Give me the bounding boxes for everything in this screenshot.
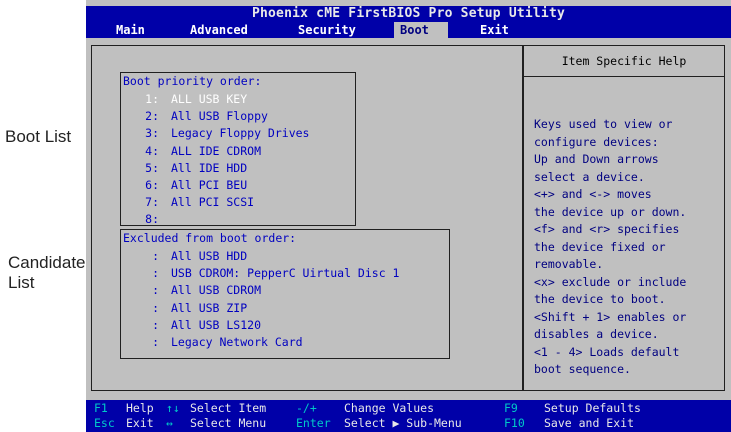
select-item-label: Select Item xyxy=(190,401,267,415)
excluded-item[interactable]: : Legacy Network Card xyxy=(121,334,303,351)
boot-priority-box: Boot priority order: 1: ALL USB KEY 2: All… xyxy=(120,72,356,226)
f9-key[interactable]: F9 xyxy=(504,401,518,416)
excluded-item[interactable]: : All USB LS120 xyxy=(121,317,261,334)
menu-exit[interactable]: Exit xyxy=(474,22,515,38)
boot-item[interactable]: 2: All USB Floppy xyxy=(121,108,268,125)
boot-item[interactable]: 4: ALL IDE CDROM xyxy=(121,143,261,160)
f10-key[interactable]: F10 xyxy=(504,416,525,431)
exit-label: Exit xyxy=(126,416,154,430)
help-label: Help xyxy=(126,401,154,415)
plus-minus-key: -/+ xyxy=(296,401,317,415)
select-submenu-label: Select ▶ Sub-Menu xyxy=(344,416,462,430)
boot-item[interactable]: 8: xyxy=(121,211,171,228)
excluded-title: Excluded from boot order: xyxy=(123,231,297,245)
menu-security[interactable]: Security xyxy=(292,22,362,38)
enter-key[interactable]: Enter xyxy=(296,416,331,431)
menu-main[interactable]: Main xyxy=(110,22,151,38)
setup-defaults-label: Setup Defaults xyxy=(544,401,641,415)
menu-boot[interactable]: Boot xyxy=(394,22,448,38)
boot-item[interactable]: 5: All IDE HDD xyxy=(121,160,247,177)
boot-item[interactable]: 6: All PCI BEU xyxy=(121,177,247,194)
menu-advanced[interactable]: Advanced xyxy=(184,22,254,38)
bios-title: Phoenix cME FirstBIOS Pro Setup Utility xyxy=(86,6,731,22)
boot-settings-panel: Boot priority order: 1: ALL USB KEY 2: All… xyxy=(91,45,523,391)
up-down-arrows-icon: ↑↓ xyxy=(166,401,180,415)
f1-key[interactable]: F1 xyxy=(94,401,108,416)
excluded-item[interactable]: : USB CDROM: PepperC Uirtual Disc 1 xyxy=(121,265,399,282)
candidate-list-callout-line1: Candidate xyxy=(8,253,86,272)
boot-list-callout: Boot List xyxy=(5,127,72,146)
excluded-item[interactable]: : All USB ZIP xyxy=(121,300,247,317)
excluded-item[interactable]: : All USB CDROM xyxy=(121,282,261,299)
left-right-arrows-icon: ↔ xyxy=(166,416,173,430)
bios-screen: Phoenix cME FirstBIOS Pro Setup Utility … xyxy=(86,0,731,432)
boot-item[interactable]: 7: All PCI SCSI xyxy=(121,194,254,211)
candidate-list-callout-line2: List xyxy=(8,273,35,292)
menu-bar: Main Advanced Security Boot Exit xyxy=(86,22,731,38)
boot-item[interactable]: 1: ALL USB KEY xyxy=(121,91,247,108)
help-title: Item Specific Help xyxy=(524,46,724,77)
boot-priority-title: Boot priority order: xyxy=(123,74,262,88)
esc-key[interactable]: Esc xyxy=(94,416,115,431)
save-exit-label: Save and Exit xyxy=(544,416,635,430)
status-bar: F1 Help ↑↓ Select Item -/+ Change Values… xyxy=(86,400,731,432)
excluded-box: Excluded from boot order: : All USB HDD :… xyxy=(120,229,450,359)
help-text: Keys used to view or configure devices: … xyxy=(534,117,687,376)
excluded-item[interactable]: : All USB HDD xyxy=(121,248,247,265)
change-values-label: Change Values xyxy=(344,401,435,415)
select-menu-label: Select Menu xyxy=(190,416,267,430)
help-panel: Item Specific Help Keys used to view or … xyxy=(523,45,725,391)
boot-item[interactable]: 3: Legacy Floppy Drives xyxy=(121,125,309,142)
